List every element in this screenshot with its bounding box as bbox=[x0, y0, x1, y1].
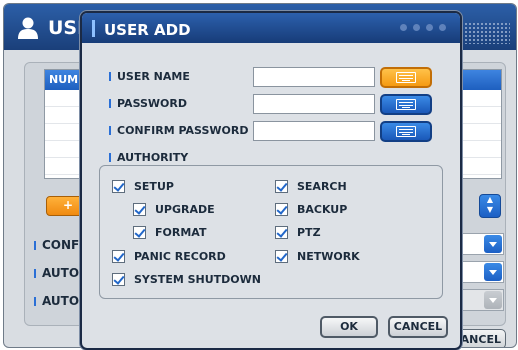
search-checkbox[interactable]: SEARCH bbox=[275, 180, 347, 193]
dialog-title-bar: USER ADD bbox=[82, 13, 460, 43]
ok-button[interactable]: OK bbox=[320, 316, 378, 338]
backup-label: BACKUP bbox=[297, 203, 348, 216]
backup-checkbox[interactable]: BACKUP bbox=[275, 203, 347, 216]
checkbox-icon[interactable] bbox=[112, 180, 125, 193]
auto-select-2[interactable] bbox=[460, 289, 504, 311]
dropdown-arrow-icon bbox=[484, 291, 502, 309]
format-label: FORMAT bbox=[155, 226, 207, 239]
setup-checkbox[interactable]: SETUP bbox=[112, 180, 174, 193]
keyboard-icon bbox=[396, 72, 416, 83]
panic-record-label: PANIC RECORD bbox=[134, 250, 226, 263]
checkbox-icon[interactable] bbox=[275, 180, 288, 193]
ptz-checkbox[interactable]: PTZ bbox=[275, 226, 321, 239]
user-name-input[interactable] bbox=[253, 67, 375, 87]
checkbox-icon[interactable] bbox=[133, 226, 146, 239]
ptz-label: PTZ bbox=[297, 226, 321, 239]
checkbox-icon[interactable] bbox=[133, 203, 146, 216]
setup-label: SETUP bbox=[134, 180, 174, 193]
search-label: SEARCH bbox=[297, 180, 347, 193]
confirm-password-label: CONFIRM PASSWORD bbox=[109, 124, 248, 137]
confirm-password-keyboard-button[interactable] bbox=[380, 121, 432, 142]
auto-label-2: AUTO bbox=[34, 294, 79, 308]
checkbox-icon[interactable] bbox=[275, 226, 288, 239]
format-checkbox[interactable]: FORMAT bbox=[133, 226, 206, 239]
checkbox-icon[interactable] bbox=[275, 250, 288, 263]
window-title: USI bbox=[48, 17, 85, 39]
config-label: CONFI bbox=[34, 238, 84, 252]
title-accent-bar bbox=[92, 20, 95, 37]
config-select[interactable] bbox=[460, 233, 504, 255]
user-name-keyboard-button[interactable] bbox=[380, 67, 432, 88]
checkbox-icon[interactable] bbox=[112, 250, 125, 263]
cancel-button[interactable]: CANCEL bbox=[388, 316, 448, 338]
user-add-dialog: USER ADD USER NAME PASSWORD CONFIRM PASS… bbox=[80, 11, 462, 350]
user-icon bbox=[18, 17, 38, 39]
network-checkbox[interactable]: NETWORK bbox=[275, 250, 360, 263]
password-keyboard-button[interactable] bbox=[380, 94, 432, 115]
panic-record-checkbox[interactable]: PANIC RECORD bbox=[112, 250, 226, 263]
spin-button[interactable]: ▲ ▼ bbox=[479, 194, 501, 218]
title-pattern bbox=[464, 22, 510, 44]
upgrade-checkbox[interactable]: UPGRADE bbox=[133, 203, 215, 216]
keyboard-icon bbox=[396, 126, 416, 137]
confirm-password-input[interactable] bbox=[253, 121, 375, 141]
keyboard-icon bbox=[396, 99, 416, 110]
title-dots bbox=[400, 24, 446, 31]
dropdown-arrow-icon[interactable] bbox=[484, 235, 502, 253]
dropdown-arrow-icon[interactable] bbox=[484, 263, 502, 281]
password-input[interactable] bbox=[253, 94, 375, 114]
auto-select-1[interactable] bbox=[460, 261, 504, 283]
upgrade-label: UPGRADE bbox=[155, 203, 215, 216]
authority-group: SETUP UPGRADE FORMAT PANIC RECORD SYSTEM… bbox=[99, 165, 443, 299]
authority-label: AUTHORITY bbox=[109, 151, 188, 164]
system-shutdown-label: SYSTEM SHUTDOWN bbox=[134, 273, 261, 286]
system-shutdown-checkbox[interactable]: SYSTEM SHUTDOWN bbox=[112, 273, 261, 286]
checkbox-icon[interactable] bbox=[112, 273, 125, 286]
checkbox-icon[interactable] bbox=[275, 203, 288, 216]
network-label: NETWORK bbox=[297, 250, 360, 263]
dialog-title: USER ADD bbox=[104, 21, 191, 39]
auto-label-1: AUTO bbox=[34, 266, 79, 280]
password-label: PASSWORD bbox=[109, 97, 187, 110]
table-header-num: NUM bbox=[49, 73, 79, 86]
user-name-label: USER NAME bbox=[109, 70, 190, 83]
